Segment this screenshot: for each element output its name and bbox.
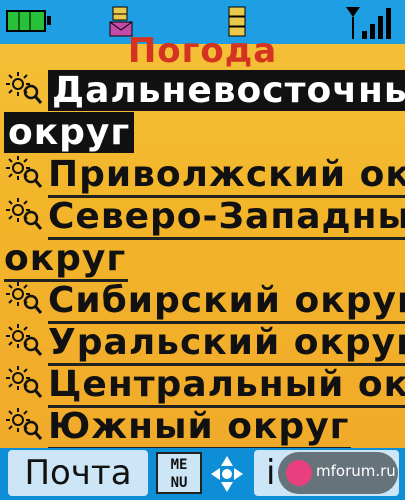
list-item[interactable]: Дальневосточный округ [0, 70, 405, 154]
battery-icon [6, 10, 51, 32]
list-item[interactable]: Южный округ [0, 406, 405, 450]
list-item-label: Уральский округ [48, 322, 405, 366]
list-item-label: Дальневосточный [48, 70, 405, 111]
softkey-left[interactable]: Почта [8, 450, 148, 496]
list-item-label: округ [4, 238, 129, 282]
watermark-text: mforum.ru [316, 462, 396, 480]
list-item-label: Южный округ [48, 406, 352, 450]
list-item-line: округ [0, 238, 405, 282]
softkey-right-label: i [266, 453, 276, 493]
list-item-line: Южный округ [0, 406, 405, 450]
list-item-line: Приволжский округ [0, 154, 405, 198]
phone-screen: Погода Дальневосточный округ Приволжский о… [0, 0, 405, 500]
sun-search-icon [4, 154, 44, 190]
sun-search-icon [4, 196, 44, 232]
region-list: ДальневосточныйокругПриволжский округСев… [0, 70, 405, 450]
list-item-line: Дальневосточный [0, 70, 405, 112]
mforum-logo-icon [286, 460, 312, 486]
list-item-line: округ [0, 112, 405, 154]
menu-key-bottom: NU [170, 475, 188, 491]
list-item[interactable]: Приволжский округ [0, 154, 405, 198]
sun-search-icon [4, 406, 44, 442]
menu-key-top: ME [170, 457, 188, 473]
list-item-label: Северо-Западный [48, 196, 405, 240]
list-item-label: округ [4, 112, 135, 153]
list-item-line: Уральский округ [0, 322, 405, 366]
list-item-line: Центральный округ [0, 364, 405, 408]
list-item-label: Приволжский округ [48, 154, 405, 198]
watermark: mforum.ru [278, 452, 398, 494]
navigation-key-icon[interactable] [207, 452, 247, 496]
sun-search-icon [4, 364, 44, 400]
sun-search-icon [4, 322, 44, 358]
list-item[interactable]: Уральский округ [0, 322, 405, 366]
menu-key[interactable]: ME NU [156, 452, 202, 494]
list-item-line: Северо-Западный [0, 196, 405, 240]
list-item[interactable]: Центральный округ [0, 364, 405, 408]
sun-search-icon [4, 280, 44, 316]
list-item-label: Сибирский округ [48, 280, 405, 324]
list-item-label: Центральный округ [48, 364, 405, 408]
list-item[interactable]: Северо-Западный округ [0, 196, 405, 282]
sun-search-icon [4, 70, 44, 106]
list-item[interactable]: Сибирский округ [0, 280, 405, 324]
screen-title: Погода [127, 31, 278, 71]
list-item-line: Сибирский округ [0, 280, 405, 324]
